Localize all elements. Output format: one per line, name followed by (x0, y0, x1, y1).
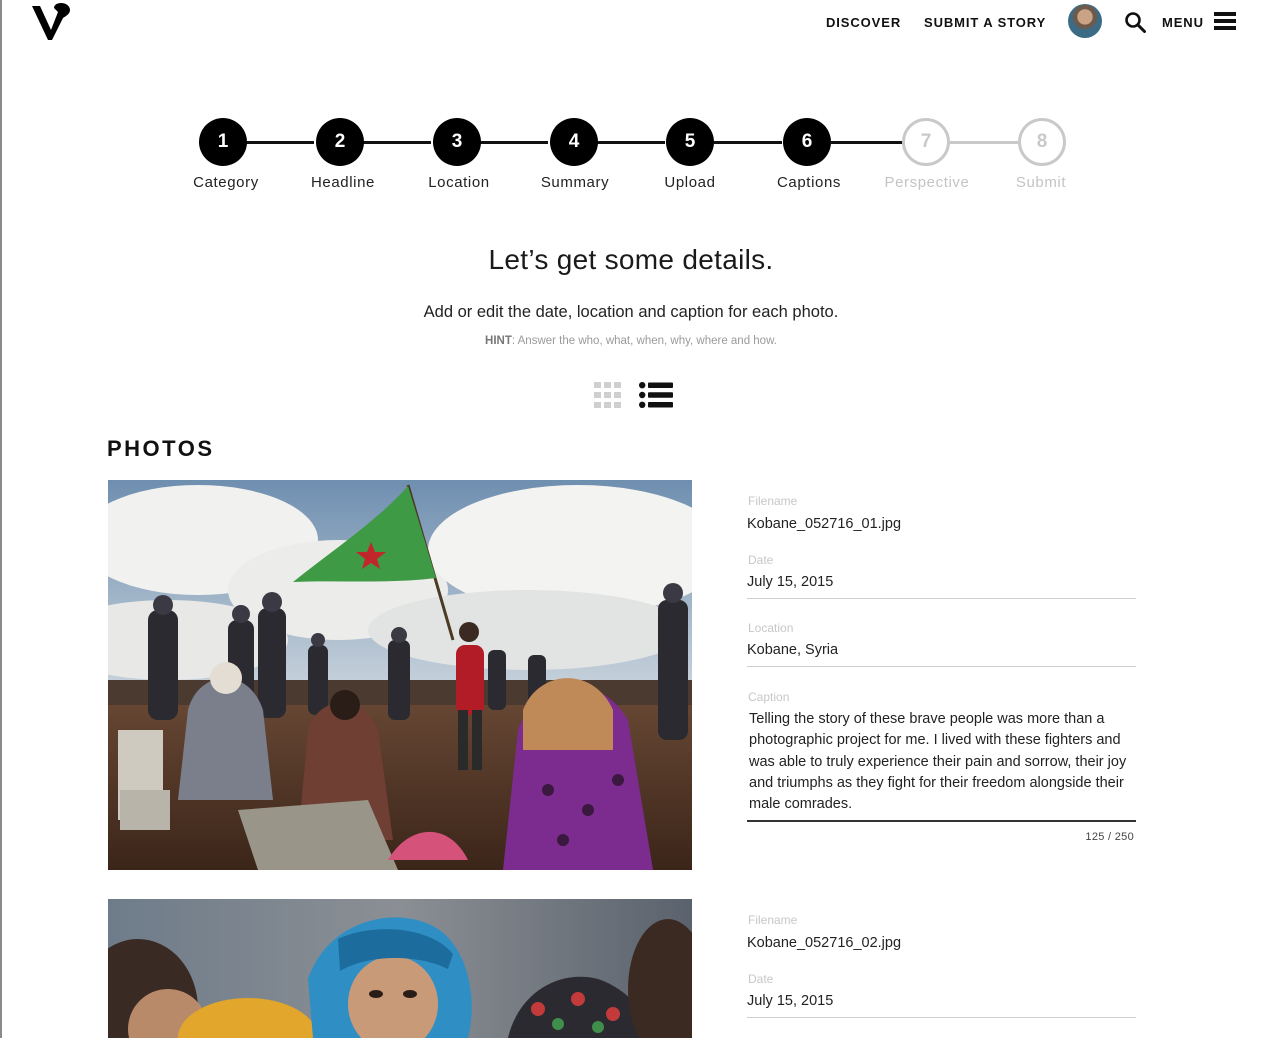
location-input-underline (747, 666, 1136, 667)
filename-label: Filename (748, 494, 798, 508)
step-8-circle: 8 (1018, 118, 1066, 166)
step-6-label: Captions (776, 174, 841, 191)
filename-label: Filename (748, 913, 798, 927)
step-7-label: Perspective (884, 174, 970, 191)
step-6-circle[interactable]: 6 (783, 118, 831, 166)
stepper-connector (714, 141, 782, 144)
photos-section-title: PHOTOS (107, 436, 215, 461)
step-1-label: Category (193, 174, 259, 191)
caption-textarea[interactable]: Telling the story of these brave people … (749, 709, 1129, 815)
step-7-circle: 7 (902, 118, 950, 166)
caption-label: Caption (748, 690, 790, 704)
step-4-label: Summary (540, 174, 610, 191)
stepper-connector (831, 141, 903, 144)
hint-label: HINT (485, 335, 512, 347)
filename-value: Kobane_052716_01.jpg (747, 516, 902, 532)
step-3-circle[interactable]: 3 (433, 118, 481, 166)
vantage-logo[interactable] (30, 2, 76, 42)
location-input[interactable]: Kobane, Syria (747, 642, 838, 658)
date-input-underline (747, 598, 1136, 599)
step-8-label: Submit (1015, 174, 1067, 191)
caption-character-counter: 125 / 250 (1085, 831, 1134, 843)
stepper-connector (480, 141, 548, 144)
step-5-label: Upload (664, 174, 716, 191)
caption-textarea-underline (747, 820, 1136, 822)
step-5-circle[interactable]: 5 (666, 118, 714, 166)
date-input[interactable]: July 15, 2015 (747, 993, 833, 1009)
hint-text: HINT: Answer the who, what, when, why, w… (0, 335, 1262, 347)
photo-1-image[interactable] (108, 480, 692, 870)
user-avatar[interactable] (1068, 4, 1102, 38)
stepper-connector (246, 141, 314, 144)
photo-2-image[interactable] (108, 899, 692, 1038)
stepper-connector (363, 141, 431, 144)
page-subline: Add or edit the date, location and capti… (423, 303, 839, 321)
page-headline: Let’s get some details. (488, 244, 774, 275)
date-label: Date (748, 972, 774, 986)
date-input[interactable]: July 15, 2015 (747, 574, 833, 590)
list-view-icon[interactable] (639, 382, 673, 408)
step-4-circle[interactable]: 4 (550, 118, 598, 166)
step-2-label: Headline (310, 174, 375, 191)
page-left-border (0, 0, 2, 1038)
step-3-label: Location (428, 174, 490, 191)
search-icon[interactable] (1124, 11, 1146, 33)
location-label: Location (748, 621, 794, 635)
menu-hamburger-icon[interactable] (1214, 12, 1236, 32)
stepper-connector (597, 141, 665, 144)
nav-discover-link[interactable]: DISCOVER (826, 15, 901, 30)
date-input-underline (747, 1017, 1136, 1018)
hint-body: : Answer the who, what, when, why, where… (511, 335, 777, 347)
filename-value: Kobane_052716_02.jpg (747, 935, 902, 951)
stepper-connector (948, 141, 1020, 144)
nav-submit-story-link[interactable]: SUBMIT A STORY (924, 15, 1046, 30)
menu-label[interactable]: MENU (1162, 15, 1204, 30)
date-label: Date (748, 553, 774, 567)
step-1-circle[interactable]: 1 (199, 118, 247, 166)
grid-view-icon[interactable] (594, 382, 621, 408)
step-2-circle[interactable]: 2 (316, 118, 364, 166)
